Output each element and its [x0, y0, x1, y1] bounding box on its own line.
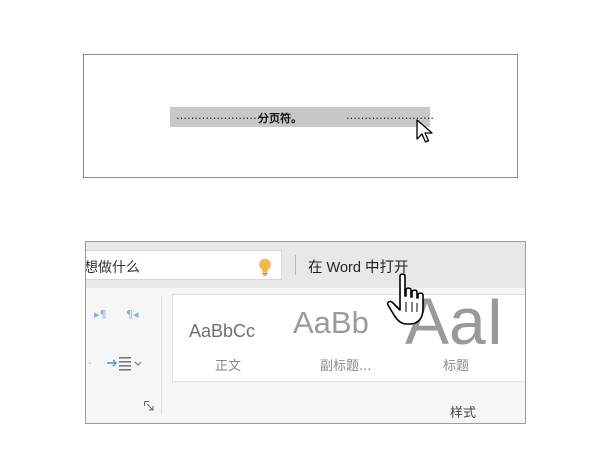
- arrow-cursor-icon: [416, 119, 433, 143]
- page-break-label: 分页符。: [258, 112, 302, 125]
- word-online-ribbon-panel: 想做什么 在 Word 中打开 ▸¶ ¶◂ - AaBbCc AaBb AaI …: [85, 241, 526, 424]
- style-name-subtitle[interactable]: 副标题...: [320, 355, 371, 374]
- rtl-paragraph-icon[interactable]: ¶◂: [126, 308, 139, 321]
- dialog-launcher-icon[interactable]: [144, 401, 154, 411]
- page-break-marker[interactable]: …………………… 分页符。 ……………………: [170, 107, 434, 127]
- page-break-preview-panel: …………………… 分页符。 ……………………: [83, 54, 518, 178]
- ribbon-group-divider: [161, 296, 162, 414]
- line-spacing-icon[interactable]: [106, 353, 146, 373]
- tell-me-search-input[interactable]: 想做什么: [86, 250, 282, 280]
- styles-gallery: AaBbCc AaBb AaI 正文 副标题... 标题: [172, 294, 525, 382]
- ribbon-top-bar: 想做什么 在 Word 中打开: [86, 242, 525, 288]
- hand-pointer-icon: [386, 273, 424, 325]
- page-break-dots-left: ……………………: [176, 109, 264, 122]
- ribbon-body: ▸¶ ¶◂ - AaBbCc AaBb AaI 正文 副标题... 标题 样式: [86, 288, 525, 423]
- style-sample-subtitle[interactable]: AaBb: [293, 305, 369, 341]
- style-name-normal[interactable]: 正文: [215, 355, 241, 374]
- style-name-title[interactable]: 标题: [443, 355, 469, 374]
- style-sample-normal[interactable]: AaBbCc: [189, 321, 255, 342]
- lightbulb-icon[interactable]: [258, 258, 272, 276]
- search-text: 想做什么: [85, 260, 140, 276]
- styles-group-label: 样式: [450, 406, 477, 421]
- toolbar-divider: [295, 255, 296, 275]
- ltr-paragraph-icon[interactable]: ▸¶: [94, 308, 107, 321]
- ribbon-dash: -: [88, 358, 92, 369]
